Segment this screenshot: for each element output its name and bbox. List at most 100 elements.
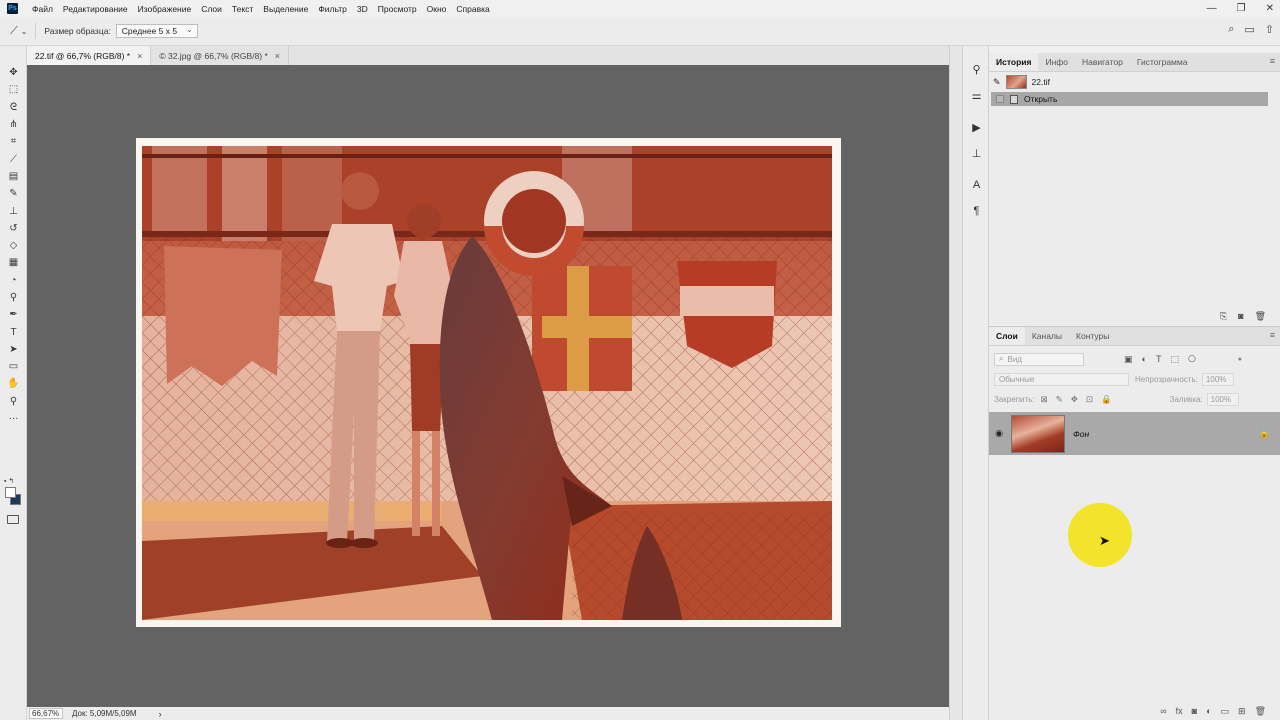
foreground-color-swatch[interactable]: [5, 487, 16, 498]
new-group-icon[interactable]: ▭: [1221, 706, 1230, 717]
layer-filter-select[interactable]: ⌕ Вид: [994, 352, 1084, 366]
move-tool-icon[interactable]: ✥: [0, 64, 27, 81]
menu-image[interactable]: Изображение: [133, 4, 197, 14]
history-source-checkbox[interactable]: [996, 95, 1004, 103]
close-tab-icon[interactable]: ×: [275, 51, 280, 61]
tab-info[interactable]: Инфо: [1038, 53, 1075, 71]
tab-layers[interactable]: Слои: [989, 327, 1025, 345]
type-tool-icon[interactable]: T: [0, 323, 27, 340]
history-snapshot[interactable]: ✎ 22.tif: [989, 72, 1280, 92]
search-icon[interactable]: ⌕: [1228, 23, 1234, 36]
zoom-tool-icon[interactable]: ⚲: [0, 393, 27, 410]
canvas-area[interactable]: [27, 65, 949, 707]
link-layers-icon[interactable]: ∞: [1160, 706, 1166, 717]
actions-play-icon[interactable]: ▶: [963, 114, 990, 140]
menu-view[interactable]: Просмотр: [373, 4, 422, 14]
navigator-icon[interactable]: ⚲: [963, 56, 990, 82]
snapshot-thumbnail: [1005, 75, 1027, 89]
vertical-scrollbar[interactable]: [949, 46, 962, 720]
document-tab-22-tif[interactable]: 22.tif @ 66,7% (RGB/8) * ×: [27, 46, 152, 65]
document-canvas[interactable]: [136, 138, 841, 627]
blur-tool-icon[interactable]: ◔: [0, 272, 27, 289]
healing-brush-tool-icon[interactable]: ▤: [0, 168, 27, 185]
marquee-tool-icon[interactable]: ⬚: [0, 81, 27, 98]
tab-navigator[interactable]: Навигатор: [1075, 53, 1130, 71]
filter-pixel-icon[interactable]: ▣: [1124, 354, 1133, 365]
camera-snapshot-icon[interactable]: ◙: [1238, 311, 1243, 322]
character-icon[interactable]: A: [963, 172, 990, 198]
hand-tool-icon[interactable]: ✋: [0, 375, 27, 392]
adjustments-icon[interactable]: ⚌: [963, 82, 990, 108]
menu-window[interactable]: Окно: [422, 4, 452, 14]
layer-row-background[interactable]: ◉ Фон 🔒: [989, 412, 1280, 455]
status-menu-arrow-icon[interactable]: ›: [159, 709, 162, 719]
default-colors-icon[interactable]: ▪ ↰: [4, 477, 14, 485]
lock-artboard-icon[interactable]: ⊡: [1086, 394, 1093, 405]
trash-icon[interactable]: 🗑: [1255, 706, 1266, 717]
filter-smart-object-icon[interactable]: ⎔: [1188, 354, 1196, 365]
adjustment-layer-icon[interactable]: ◐: [1206, 706, 1211, 717]
new-document-from-state-icon[interactable]: ⎘: [1220, 311, 1227, 322]
gradient-tool-icon[interactable]: ▦: [0, 254, 27, 271]
tab-histogram[interactable]: Гистограмма: [1130, 53, 1195, 71]
menu-file[interactable]: Файл: [27, 4, 58, 14]
add-mask-icon[interactable]: ◙: [1192, 706, 1197, 717]
menu-edit[interactable]: Редактирование: [58, 4, 133, 14]
paragraph-icon[interactable]: ¶: [963, 198, 990, 224]
lock-pixels-icon[interactable]: ✎: [1056, 394, 1063, 405]
quick-select-tool-icon[interactable]: ⋔: [0, 116, 27, 133]
filter-type-icon[interactable]: T: [1156, 354, 1162, 365]
tab-history[interactable]: История: [989, 53, 1039, 71]
history-brush-source-icon[interactable]: ✎: [993, 77, 1001, 88]
brush-tool-icon[interactable]: ✎: [0, 185, 27, 202]
panel-menu-icon[interactable]: ≡: [1270, 330, 1275, 340]
restore-button[interactable]: ❐: [1237, 3, 1246, 14]
zoom-level-field[interactable]: 66,67%: [29, 708, 63, 719]
lock-position-icon[interactable]: ✥: [1071, 394, 1078, 405]
layer-style-icon[interactable]: fx: [1176, 706, 1183, 717]
menu-type[interactable]: Текст: [227, 4, 258, 14]
quick-mask-icon[interactable]: [7, 515, 19, 524]
workspace-icon[interactable]: ▭: [1244, 23, 1254, 36]
history-brush-tool-icon[interactable]: ↺: [0, 220, 27, 237]
fill-field[interactable]: 100%: [1206, 392, 1239, 406]
properties-icon[interactable]: ⊥: [963, 140, 990, 166]
lock-transparent-icon[interactable]: ⊠: [1041, 394, 1048, 405]
crop-tool-icon[interactable]: ⌗: [0, 133, 27, 150]
eraser-tool-icon[interactable]: ◇: [0, 237, 27, 254]
tab-channels[interactable]: Каналы: [1025, 327, 1069, 345]
lock-all-icon[interactable]: 🔒: [1101, 394, 1112, 405]
filter-toggle-icon[interactable]: ●: [1238, 356, 1242, 363]
new-layer-icon[interactable]: ⊞: [1238, 706, 1246, 717]
tab-paths[interactable]: Контуры: [1069, 327, 1116, 345]
dodge-tool-icon[interactable]: ⚲: [0, 289, 27, 306]
trash-icon[interactable]: 🗑: [1255, 311, 1266, 322]
menu-3d[interactable]: 3D: [352, 4, 373, 14]
panel-menu-icon[interactable]: ≡: [1270, 56, 1275, 66]
tool-preset-picker[interactable]: ⟋ ⌄: [10, 25, 27, 38]
eyedropper-tool-icon[interactable]: ⟋: [0, 150, 27, 167]
eye-visibility-icon[interactable]: ◉: [989, 428, 1009, 439]
document-tab-32-jpg[interactable]: © 32.jpg @ 66,7% (RGB/8) * ×: [151, 46, 290, 65]
more-tools-icon[interactable]: ···: [0, 410, 27, 427]
lasso-tool-icon[interactable]: ᘓ: [0, 99, 27, 116]
clone-stamp-tool-icon[interactable]: ⊥: [0, 202, 27, 219]
filter-shape-icon[interactable]: ⬚: [1170, 354, 1179, 365]
sample-size-select[interactable]: Среднее 5 х 5 ⌄: [115, 24, 198, 38]
opacity-field[interactable]: 100%: [1201, 372, 1234, 386]
menu-select[interactable]: Выделение: [258, 4, 313, 14]
menu-filter[interactable]: Фильтр: [313, 4, 352, 14]
layer-name[interactable]: Фон: [1073, 429, 1089, 439]
menu-help[interactable]: Справка: [451, 4, 494, 14]
pen-tool-icon[interactable]: ✒: [0, 306, 27, 323]
close-window-button[interactable]: ✕: [1266, 3, 1274, 14]
menu-layers[interactable]: Слои: [196, 4, 227, 14]
minimize-button[interactable]: —: [1207, 3, 1217, 14]
blend-mode-select[interactable]: Обычные: [994, 372, 1129, 386]
path-selection-tool-icon[interactable]: ➤: [0, 341, 27, 358]
rectangle-tool-icon[interactable]: ▭: [0, 358, 27, 375]
share-icon[interactable]: ⇧: [1265, 23, 1274, 36]
history-step[interactable]: Открыть: [991, 92, 1268, 106]
filter-adjustment-icon[interactable]: ◐: [1142, 354, 1147, 365]
close-tab-icon[interactable]: ×: [137, 51, 142, 61]
